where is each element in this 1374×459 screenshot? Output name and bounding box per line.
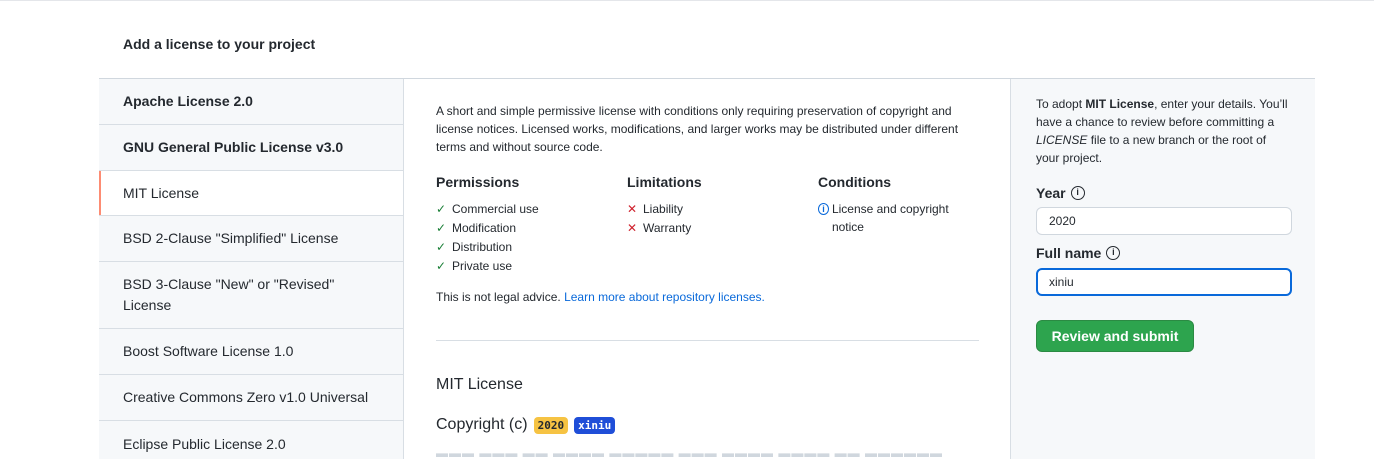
sidebar-item-cc0[interactable]: Creative Commons Zero v1.0 Universal (99, 375, 403, 421)
full-name-label: Full name i (1036, 245, 1121, 261)
license-details: A short and simple permissive license wi… (404, 79, 1010, 459)
sidebar-item-label: Boost Software License 1.0 (123, 343, 294, 359)
review-and-submit-button[interactable]: Review and submit (1036, 320, 1194, 352)
permissions-heading: Permissions (436, 174, 520, 190)
sidebar-item-eclipse[interactable]: Eclipse Public License 2.0 (99, 421, 403, 459)
sidebar-item-mit[interactable]: MIT License (99, 171, 403, 216)
sidebar-item-label: Creative Commons Zero v1.0 Universal (123, 389, 369, 405)
year-tag: 2020 (533, 416, 569, 434)
license-text-title: MIT License (436, 376, 523, 393)
info-icon: i (818, 203, 829, 215)
divider (436, 340, 979, 341)
top-border (0, 0, 1374, 1)
license-sidebar: Apache License 2.0 GNU General Public Li… (99, 79, 404, 459)
license-description: A short and simple permissive license wi… (436, 104, 959, 154)
adopt-instructions: To adopt MIT License, enter your details… (1036, 97, 1288, 165)
permission-item: ✓ Private use (436, 257, 512, 275)
permission-item: ✓ Distribution (436, 238, 512, 256)
limitation-label: Warranty (643, 221, 692, 235)
page-title: Add a license to your project (123, 36, 316, 52)
sidebar-item-label: BSD 3-Clause "New" or "Revised" License (123, 276, 335, 313)
check-icon: ✓ (436, 240, 447, 254)
check-icon: ✓ (436, 221, 447, 235)
learn-more-link[interactable]: Learn more about repository licenses. (564, 290, 765, 304)
limitation-label: Liability (643, 202, 684, 216)
question-icon[interactable]: i (1106, 246, 1121, 260)
name-tag: xiniu (574, 416, 616, 434)
condition-label: License and copyright notice (831, 202, 949, 234)
question-icon[interactable]: i (1070, 186, 1085, 200)
sidebar-item-boost[interactable]: Boost Software License 1.0 (99, 329, 403, 375)
full-name-field[interactable] (1036, 268, 1292, 296)
license-form-panel: To adopt MIT License, enter your details… (1010, 79, 1315, 459)
license-body-cutoff: ▬▬▬ ▬▬▬ ▬▬ ▬▬▬▬ ▬▬▬▬▬ ▬▬▬ ▬▬▬▬ ▬▬▬▬ ▬▬ ▬… (436, 452, 944, 459)
year-label: Year i (1036, 185, 1085, 201)
sidebar-item-gpl[interactable]: GNU General Public License v3.0 (99, 125, 403, 171)
permission-item: ✓ Modification (436, 219, 516, 237)
sidebar-item-label: Eclipse Public License 2.0 (123, 435, 286, 452)
copyright-prefix: Copyright (c) (436, 416, 528, 433)
limitation-item: ✕ Warranty (627, 219, 691, 237)
conditions-heading: Conditions (818, 174, 892, 190)
permission-item: ✓ Commercial use (436, 200, 539, 218)
sidebar-item-label: Apache License 2.0 (123, 93, 253, 109)
legal-text: This is not legal advice. (436, 290, 561, 304)
legal-note: This is not legal advice. Learn more abo… (436, 290, 765, 304)
sidebar-item-label: MIT License (123, 184, 199, 201)
sidebar-item-label: GNU General Public License v3.0 (123, 139, 344, 155)
limitations-heading: Limitations (627, 174, 702, 190)
limitation-item: ✕ Liability (627, 200, 683, 218)
sidebar-item-bsd3[interactable]: BSD 3-Clause "New" or "Revised" License (99, 262, 403, 329)
sidebar-item-apache[interactable]: Apache License 2.0 (99, 79, 403, 125)
condition-item: i License and copyright notice (818, 200, 968, 236)
x-icon: ✕ (627, 202, 638, 216)
x-icon: ✕ (627, 221, 638, 235)
sidebar-item-label: BSD 2-Clause "Simplified" License (123, 230, 339, 246)
copyright-line: Copyright (c) 2020 xiniu (436, 416, 616, 434)
permission-label: Private use (452, 259, 513, 273)
check-icon: ✓ (436, 259, 447, 273)
permission-label: Distribution (452, 240, 513, 254)
permission-label: Commercial use (452, 202, 539, 216)
permission-label: Modification (452, 221, 517, 235)
year-field[interactable] (1036, 207, 1292, 235)
sidebar-item-bsd2[interactable]: BSD 2-Clause "Simplified" License (99, 216, 403, 262)
check-icon: ✓ (436, 202, 447, 216)
